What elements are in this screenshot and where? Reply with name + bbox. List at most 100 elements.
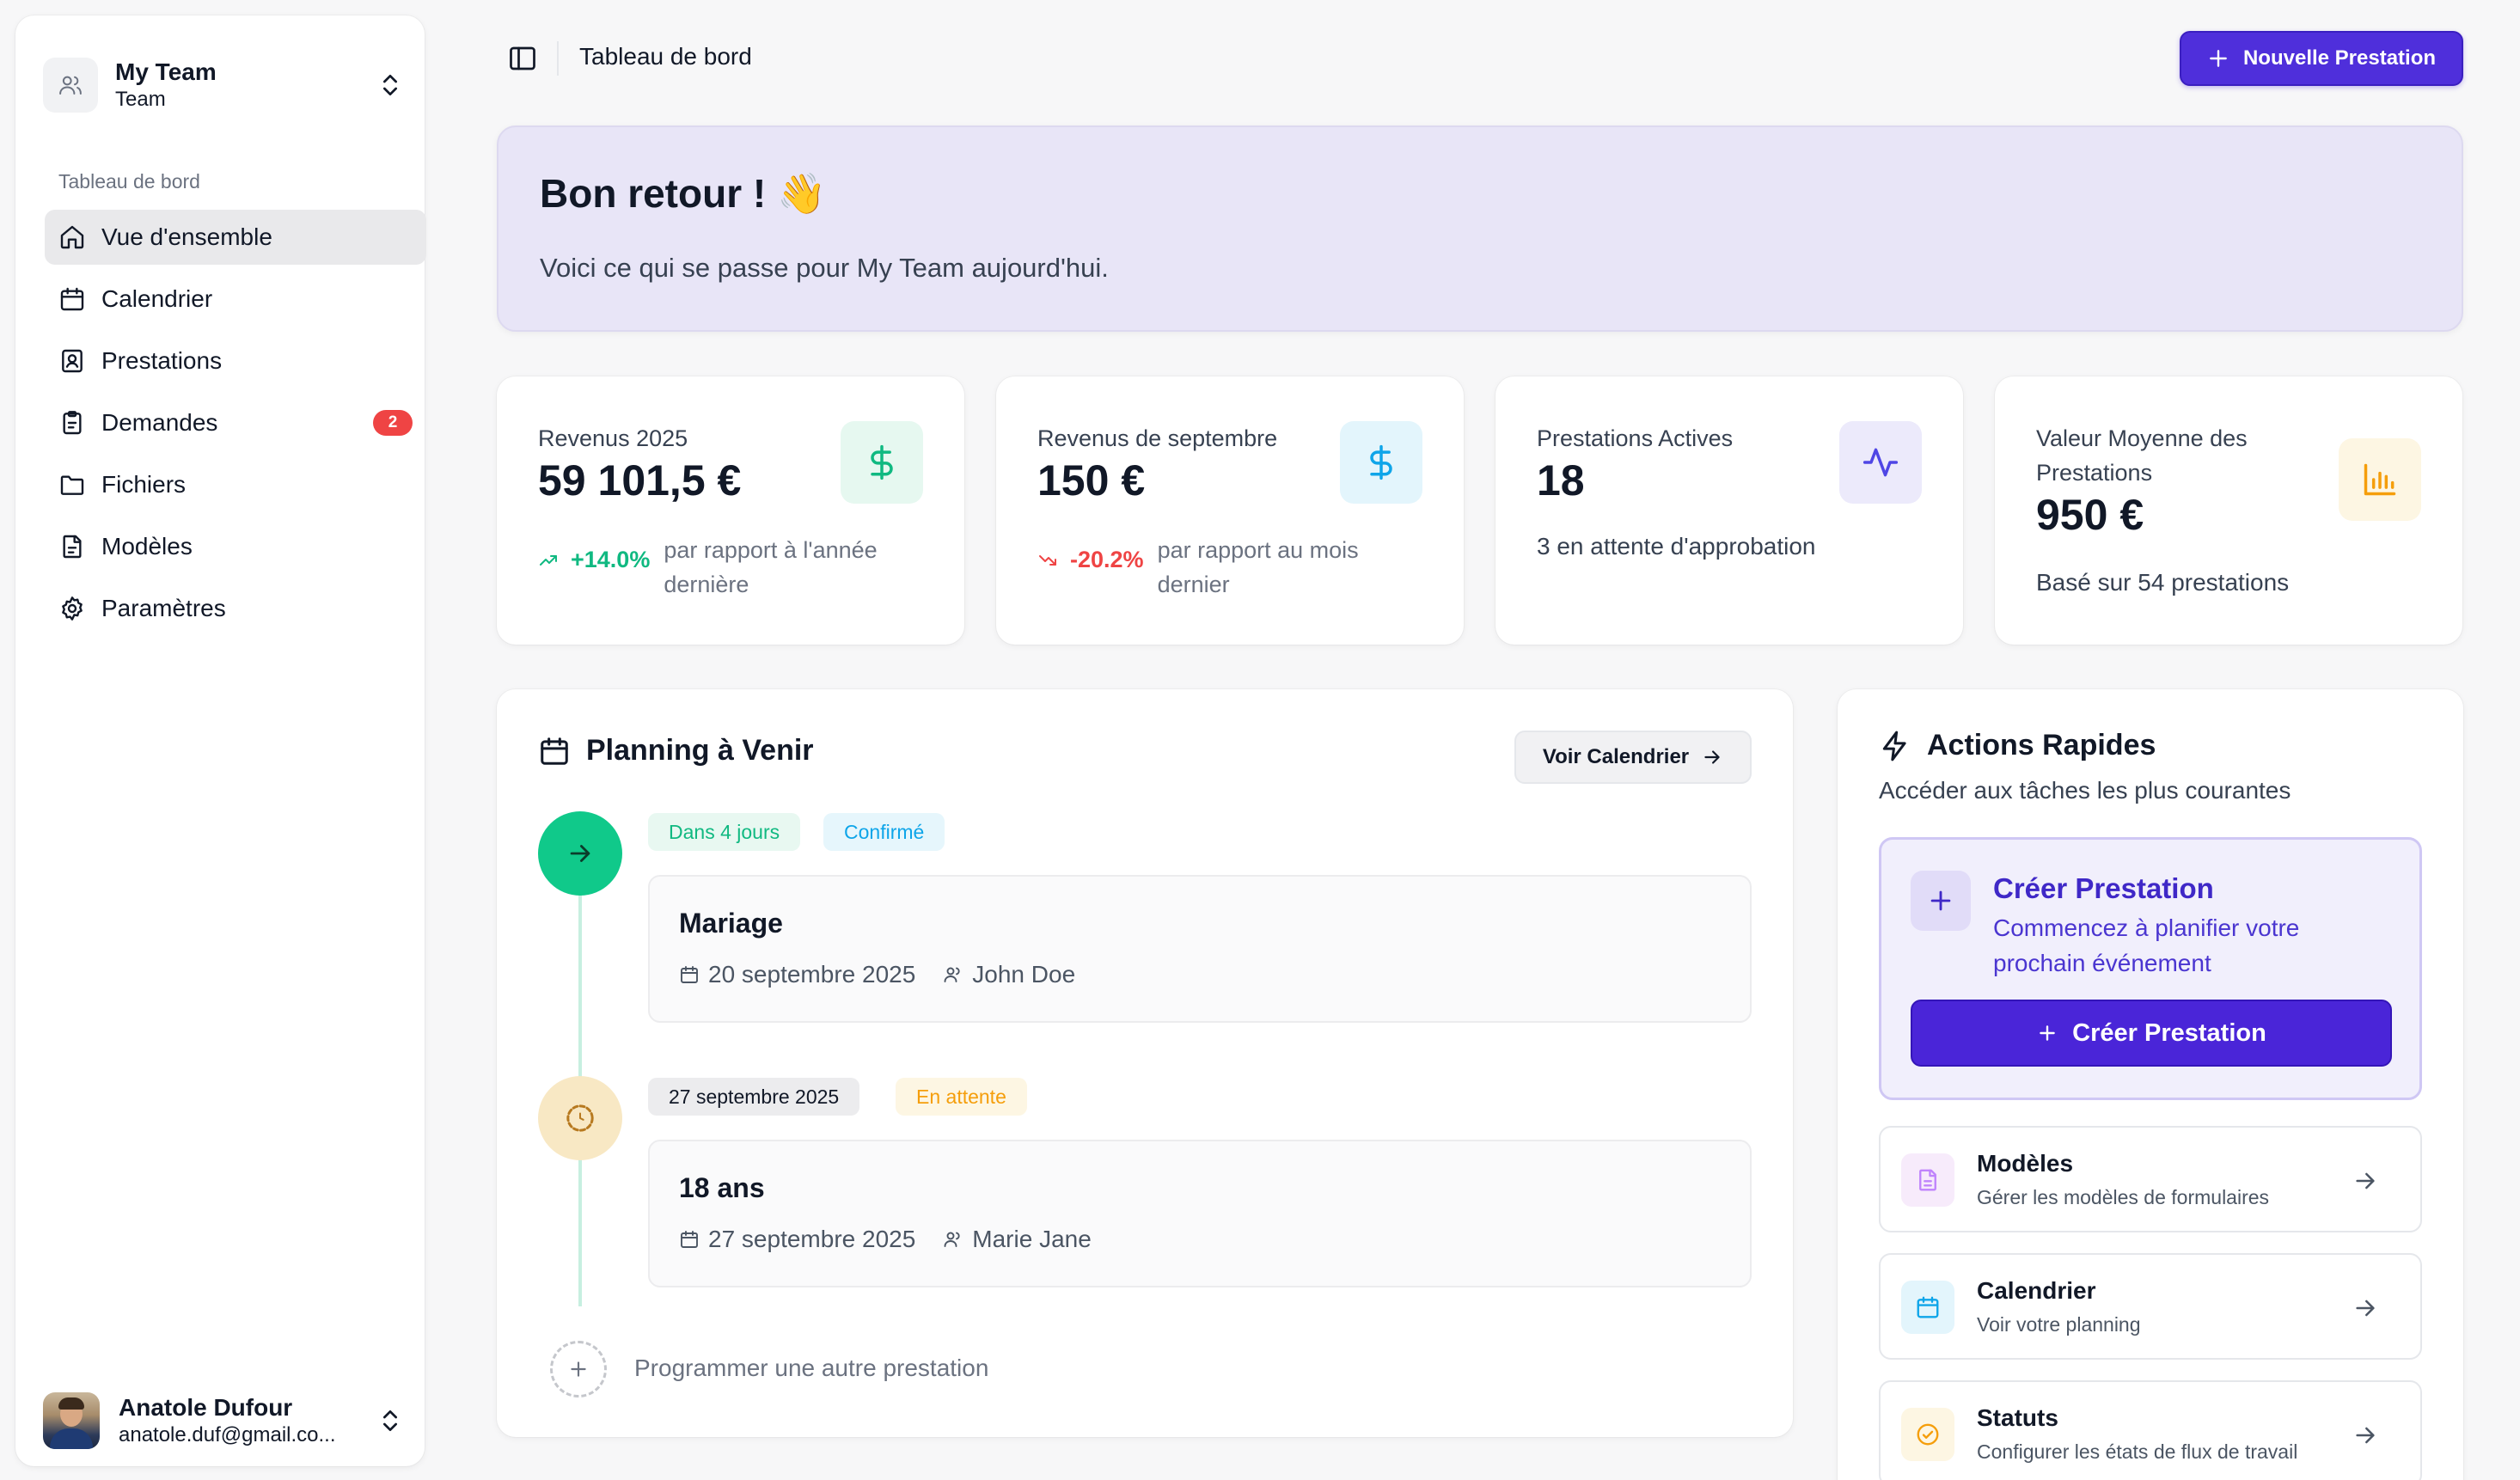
quick-action-calendar[interactable]: Calendrier Voir votre planning <box>1879 1253 2422 1360</box>
plus-icon <box>2040 1025 2055 1041</box>
stat-value: 150 € <box>1037 456 1146 505</box>
check-circle-icon <box>1901 1408 1954 1461</box>
trending-down-icon <box>1039 554 1056 566</box>
arrow-right-icon <box>1704 750 1720 764</box>
stat-card-active-prestations: Prestations Actives 18 3 en attente d'ap… <box>1495 376 1963 645</box>
quick-action-title: Modèles <box>1977 1150 2074 1177</box>
sidebar-nav: Vue d'ensemble Calendrier Prestations De… <box>45 210 426 643</box>
chevrons-up-down-icon <box>383 1410 397 1431</box>
stat-label: Valeur Moyenne des Prestations <box>2036 425 2248 486</box>
plus-icon <box>2210 50 2227 67</box>
sidebar-item-overview[interactable]: Vue d'ensemble <box>45 210 426 265</box>
file-icon <box>1901 1153 1954 1207</box>
event-date-chip: 27 septembre 2025 <box>648 1078 860 1116</box>
dollar-icon <box>1340 421 1422 504</box>
lightning-icon <box>1882 731 1906 761</box>
trend-value: -20.2% <box>1070 547 1144 572</box>
quick-action-subtitle: Configurer les états de flux de travail <box>1977 1440 2298 1463</box>
trending-up-icon <box>540 554 557 566</box>
card-header: Actions Rapides <box>1879 729 2156 762</box>
event-card[interactable]: 18 ans 27 septembre 2025 Marie Jane <box>648 1140 1752 1287</box>
file-template-icon <box>63 535 82 559</box>
stat-card-revenue-month: Revenus de septembre 150 € -20.2% par ra… <box>996 376 1464 645</box>
status-badge: En attente <box>896 1078 1027 1116</box>
sidebar-item-templates[interactable]: Modèles <box>45 519 426 574</box>
home-icon <box>60 225 84 249</box>
stat-note: Basé sur 54 prestations <box>2036 569 2290 596</box>
trend-text: par rapport à l'année dernière <box>664 537 878 597</box>
plus-icon <box>571 1361 586 1377</box>
create-prestation-panel: Créer Prestation Commencez à planifier v… <box>1879 837 2422 1100</box>
sidebar-item-prestations[interactable]: Prestations <box>45 333 426 388</box>
stat-card-average-value: Valeur Moyenne des Prestations 950 € Bas… <box>1995 376 2462 645</box>
quick-actions-card: Actions Rapides Accéder aux tâches les p… <box>1838 689 2463 1480</box>
quick-action-title: Statuts <box>1977 1404 2058 1431</box>
trend-value: +14.0% <box>571 547 651 572</box>
sidebar-item-label: Paramètres <box>101 595 226 621</box>
contact-book-icon <box>62 349 83 373</box>
sidebar-item-label: Prestations <box>101 347 223 374</box>
card-subtitle: Accéder aux tâches les plus courantes <box>1879 777 2291 804</box>
trend-text: par rapport au mois dernier <box>1157 537 1359 597</box>
upcoming-planning-card: Planning à Venir Voir Calendrier Dans 4 … <box>497 689 1793 1437</box>
stat-value: 18 <box>1537 456 1585 505</box>
users-icon <box>43 58 98 113</box>
view-calendar-label: Voir Calendrier <box>1542 745 1690 768</box>
schedule-another-link[interactable]: Programmer une autre prestation <box>634 1355 988 1382</box>
new-prestation-button[interactable]: Nouvelle Prestation <box>2180 31 2463 86</box>
sidebar-item-label: Demandes <box>101 409 218 436</box>
user-email: anatole.duf@gmail.co... <box>119 1423 336 1446</box>
add-event-button[interactable] <box>550 1341 607 1397</box>
event-card[interactable]: Mariage 20 septembre 2025 John Doe <box>648 875 1752 1023</box>
sidebar-item-settings[interactable]: Paramètres <box>45 581 426 636</box>
sidebar-item-files[interactable]: Fichiers <box>45 457 426 512</box>
arrow-right-icon <box>2356 1300 2375 1317</box>
event-relative-date-chip: Dans 4 jours <box>648 813 801 851</box>
confirmed-status-dot <box>538 811 622 896</box>
stat-label: Prestations Actives <box>1537 425 1734 451</box>
arrow-right-icon <box>2356 1172 2375 1190</box>
view-calendar-button[interactable]: Voir Calendrier <box>1514 731 1752 784</box>
stat-value: 59 101,5 € <box>538 456 742 505</box>
event-date: 27 septembre 2025 <box>708 1226 916 1252</box>
activity-icon <box>1839 421 1922 504</box>
team-name: My Team <box>115 58 217 85</box>
create-prestation-button[interactable]: Créer Prestation <box>1911 1000 2392 1067</box>
new-prestation-label: Nouvelle Prestation <box>2242 46 2437 70</box>
create-subtitle: Commencez à planifier votre prochain évé… <box>1993 914 2300 976</box>
sidebar-item-label: Modèles <box>101 533 193 560</box>
user-name: Anatole Dufour <box>119 1394 293 1421</box>
card-header: Planning à Venir <box>538 734 814 768</box>
event-person: Marie Jane <box>972 1226 1092 1252</box>
welcome-title: Bon retour ! 👋 <box>540 171 827 216</box>
arrow-right-icon <box>2356 1427 2375 1444</box>
sidebar-item-requests[interactable]: Demandes 2 <box>45 395 426 450</box>
avatar <box>43 1392 100 1449</box>
team-switcher[interactable]: My Team Team <box>43 41 413 129</box>
card-title: Planning à Venir <box>586 734 814 767</box>
quick-action-templates[interactable]: Modèles Gérer les modèles de formulaires <box>1879 1126 2422 1232</box>
user-menu[interactable]: Anatole Dufour anatole.duf@gmail.co... <box>43 1384 413 1458</box>
folder-icon <box>60 475 84 495</box>
chevrons-up-down-icon <box>383 75 397 95</box>
welcome-subtitle: Voici ce qui se passe pour My Team aujou… <box>540 253 1109 283</box>
quick-action-subtitle: Voir votre planning <box>1977 1313 2141 1336</box>
plus-icon <box>1911 871 1971 931</box>
event-person: John Doe <box>972 961 1076 988</box>
quick-action-statuses[interactable]: Statuts Configurer les états de flux de … <box>1879 1380 2422 1480</box>
sidebar-item-label: Vue d'ensemble <box>101 223 272 250</box>
calendar-icon <box>681 1231 698 1248</box>
pending-status-dot <box>538 1076 622 1160</box>
event-title: Mariage <box>679 908 783 939</box>
breadcrumb: Tableau de bord <box>579 43 752 70</box>
stat-value: 950 € <box>2036 491 2144 539</box>
calendar-icon <box>60 287 84 311</box>
dollar-icon <box>841 421 923 504</box>
card-title: Actions Rapides <box>1927 729 2156 761</box>
arrow-right-icon <box>570 845 590 862</box>
stat-label: Revenus de septembre <box>1037 425 1278 451</box>
sidebar-item-calendar[interactable]: Calendrier <box>45 272 426 327</box>
sidebar-toggle-icon[interactable] <box>507 43 538 74</box>
stat-label: Revenus 2025 <box>538 425 688 451</box>
users-icon <box>944 967 960 982</box>
